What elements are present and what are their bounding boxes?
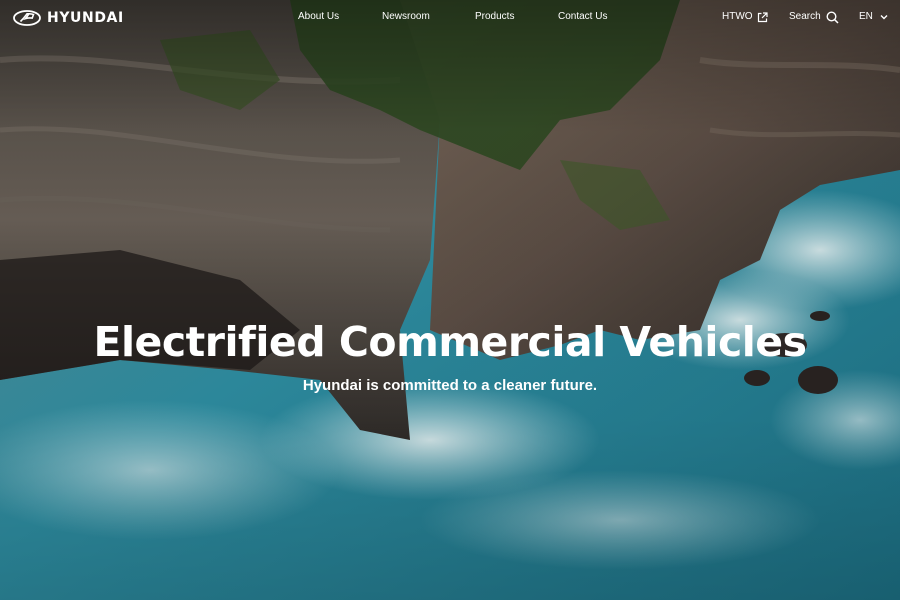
nav-item-newsroom[interactable]: Newsroom — [382, 11, 430, 23]
site-header: HYUNDAI About Us Newsroom Products Conta… — [0, 0, 900, 36]
hero-subtitle: Hyundai is committed to a cleaner future… — [302, 377, 598, 394]
search-icon — [826, 10, 839, 24]
hyundai-emblem-icon — [13, 10, 41, 26]
htwo-link[interactable]: HTWO — [722, 10, 768, 24]
nav-item-contact-us[interactable]: Contact Us — [558, 11, 607, 23]
hero-title: Electrified Commercial Vehicles — [93, 318, 807, 366]
search-button[interactable]: Search — [789, 10, 839, 24]
search-label: Search — [789, 11, 821, 22]
nav-item-products[interactable]: Products — [475, 11, 514, 23]
htwo-label: HTWO — [722, 11, 753, 22]
hero-section: HYUNDAI About Us Newsroom Products Conta… — [0, 0, 900, 600]
language-selector[interactable]: EN — [859, 10, 889, 24]
chevron-down-icon — [880, 15, 888, 20]
hero-overlay — [0, 0, 900, 600]
external-link-icon — [757, 11, 768, 22]
language-label: EN — [859, 11, 873, 22]
nav-item-about-us[interactable]: About Us — [298, 11, 339, 23]
hyundai-logo[interactable]: HYUNDAI — [13, 9, 124, 27]
logo-wordmark: HYUNDAI — [47, 10, 124, 26]
